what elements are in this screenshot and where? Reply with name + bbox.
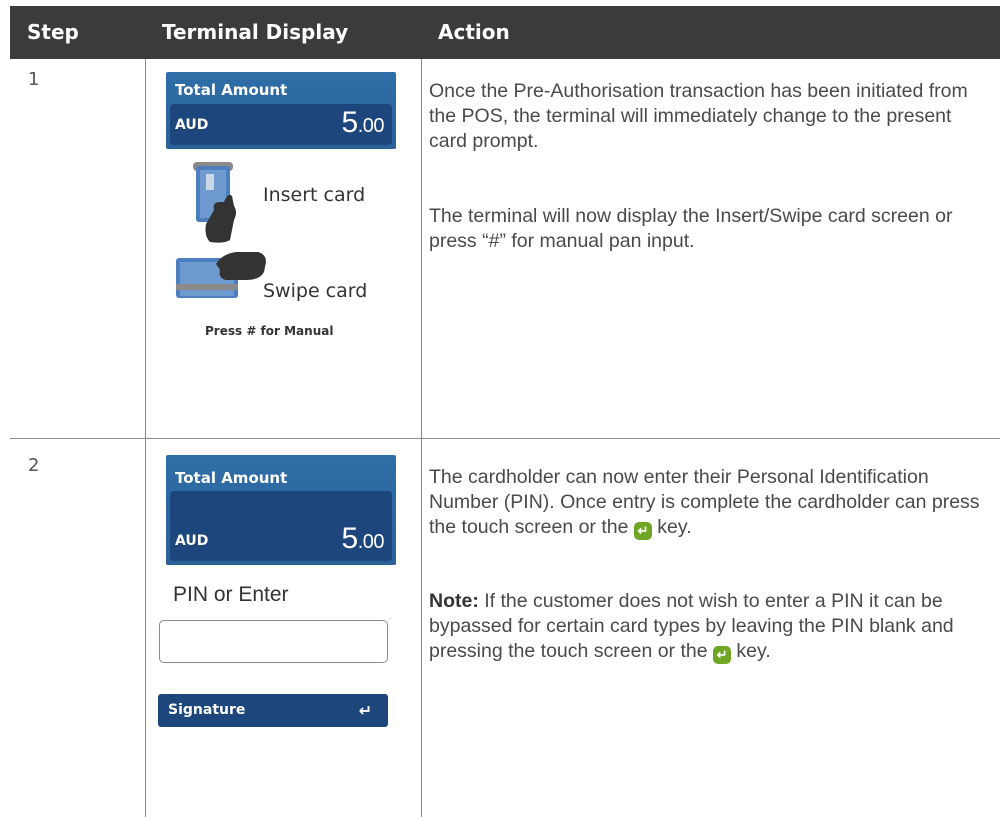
screen-title: Total Amount (175, 81, 288, 99)
amount-panel: AUD 5.00 (170, 104, 392, 145)
pin-prompt-label: PIN or Enter (173, 583, 289, 606)
amount-value: 5.00 (341, 106, 385, 139)
pin-input[interactable] (159, 620, 388, 663)
header-action: Action (438, 20, 510, 44)
currency-label: AUD (175, 117, 209, 133)
enter-key-icon: ↵ (633, 522, 652, 540)
amount-panel: AUD 5.00 (170, 491, 392, 561)
swipe-card-label: Swipe card (263, 280, 368, 302)
signature-button-label: Signature (168, 702, 246, 718)
manual-entry-note: Press # for Manual (205, 324, 334, 338)
terminal-screen-amount-1: Total Amount AUD 5.00 (166, 72, 396, 149)
currency-label: AUD (175, 533, 209, 549)
action-paragraph-2a: The cardholder can now enter their Perso… (429, 466, 980, 540)
action-paragraph-2b: Note: If the customer does not wish to e… (429, 590, 954, 664)
step-number-1: 1 (28, 69, 40, 90)
note-label: Note: (429, 590, 479, 612)
enter-key-icon: ↵ (713, 646, 732, 664)
step-number-2: 2 (28, 455, 40, 476)
swipe-card-icon (176, 252, 266, 298)
table-header: Step Terminal Display Action (10, 6, 1000, 59)
header-terminal-display: Terminal Display (162, 20, 349, 44)
row-divider (10, 438, 1000, 439)
enter-arrow-icon: ↵ (358, 701, 372, 720)
header-step: Step (27, 20, 79, 44)
insert-card-label: Insert card (263, 184, 366, 206)
terminal-screen-amount-2: Total Amount AUD 5.00 (166, 455, 396, 565)
action-paragraph-1b: The terminal will now display the Insert… (429, 205, 953, 252)
screen-title: Total Amount (175, 469, 288, 487)
insert-card-icon (193, 162, 236, 243)
signature-button[interactable]: Signature ↵ (158, 694, 388, 727)
amount-value: 5.00 (341, 522, 385, 555)
action-paragraph-1a: Once the Pre-Authorisation transaction h… (429, 80, 968, 152)
